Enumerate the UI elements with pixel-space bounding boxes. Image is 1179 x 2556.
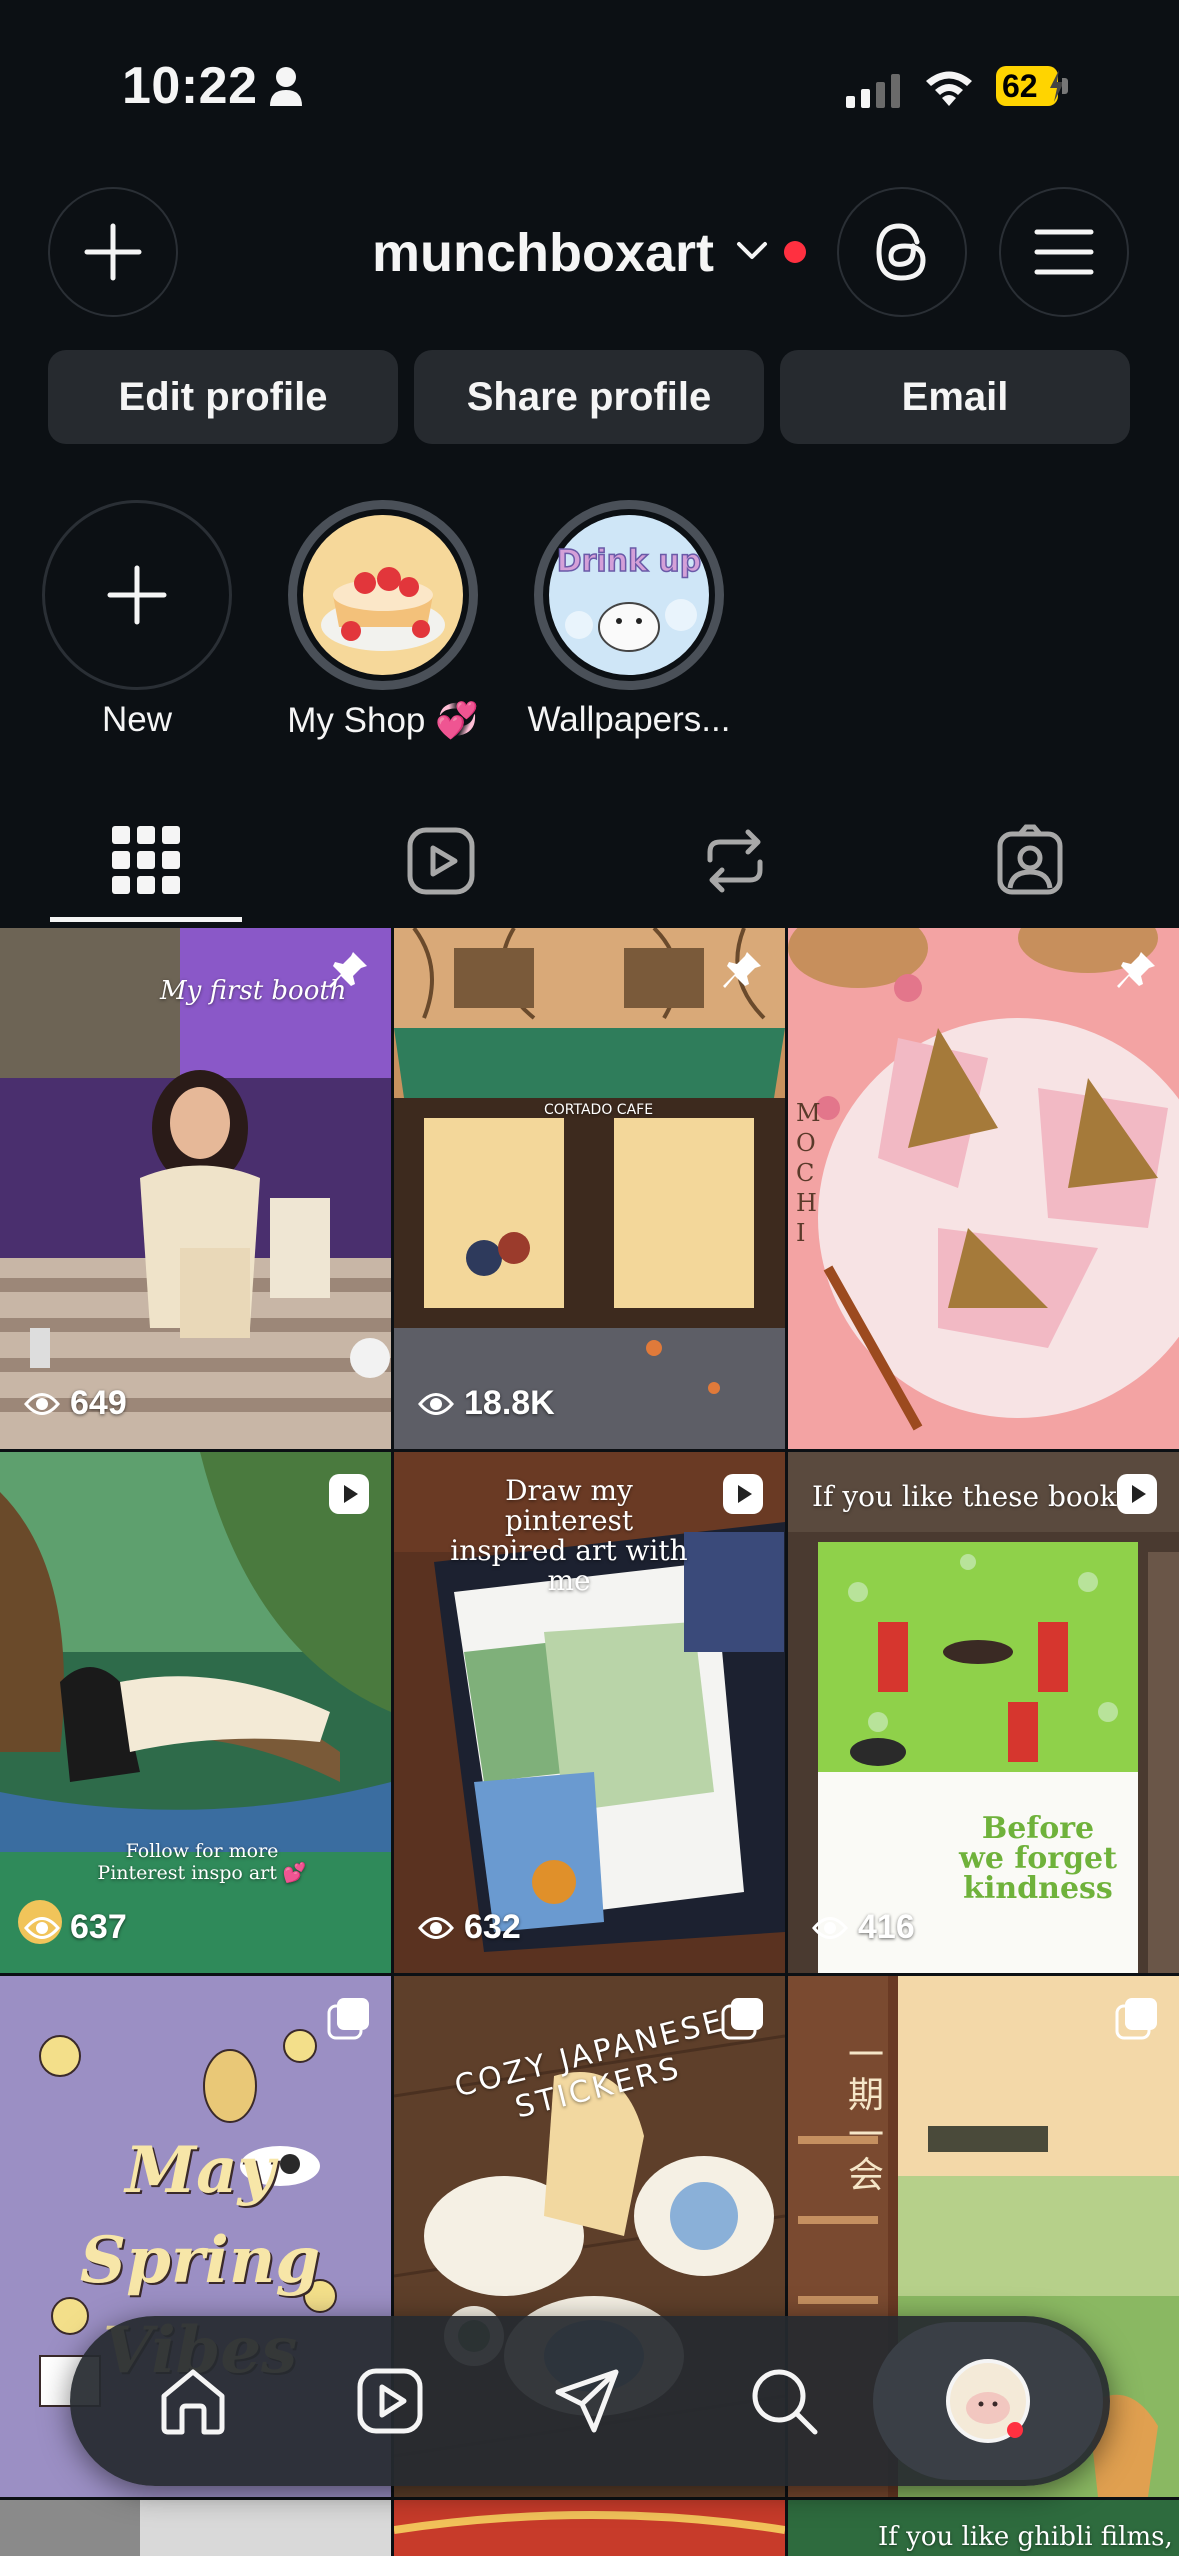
eye-icon <box>24 1392 60 1415</box>
battery-level: 62 <box>1002 68 1038 104</box>
view-count-value: 632 <box>464 1908 521 1946</box>
pin-icon <box>721 948 765 992</box>
reel-icon <box>721 1472 765 1516</box>
pin-icon <box>1115 948 1159 992</box>
view-count-value: 18.8K <box>464 1384 555 1422</box>
carousel-icon <box>327 1996 371 2040</box>
nav-messages[interactable] <box>512 2316 662 2486</box>
highlight-my-shop[interactable] <box>288 500 478 690</box>
reel-icon <box>327 1472 371 1516</box>
post-tile[interactable]: If you like these books Before we forget… <box>788 1452 1179 1973</box>
tab-grid[interactable] <box>108 822 184 903</box>
post-tile[interactable]: Draw my pinterest inspired art with me 6… <box>394 1452 785 1973</box>
eye-icon <box>812 1916 848 1939</box>
notification-dot <box>784 241 806 263</box>
view-count-value: 649 <box>70 1384 127 1422</box>
plus-icon <box>107 565 167 625</box>
view-count: 632 <box>418 1908 521 1947</box>
account-switcher[interactable]: munchboxart <box>372 222 714 284</box>
post-caption: CORTADO CAFE <box>544 1102 654 1118</box>
username: munchboxart <box>372 223 715 283</box>
edit-profile-button[interactable]: Edit profile <box>48 350 398 444</box>
post-caption: Draw my pinterest inspired art with me <box>450 1474 688 1597</box>
profile-avatar <box>946 2359 1030 2443</box>
view-count: 649 <box>24 1384 127 1423</box>
tab-reposts[interactable] <box>700 824 770 903</box>
post-image-booth <box>0 928 391 1449</box>
edit-profile-label: Edit profile <box>118 374 328 419</box>
nav-profile[interactable] <box>913 2316 1063 2486</box>
post-caption: If you like ghibli films, <box>878 2522 1173 2552</box>
tab-tagged[interactable] <box>996 824 1064 901</box>
drink-up-thumbnail: Drink up <box>549 515 709 675</box>
post-caption: My first booth <box>160 976 347 1006</box>
nav-reels[interactable] <box>315 2316 465 2486</box>
eye-icon <box>418 1392 454 1415</box>
view-count-value: 416 <box>858 1908 915 1946</box>
post-image-cafe <box>394 928 785 1449</box>
search-icon <box>752 2369 818 2435</box>
share-profile-label: Share profile <box>466 374 712 419</box>
view-count: 637 <box>24 1908 127 1947</box>
post-tile[interactable]: MOCHI <box>788 928 1179 1449</box>
nav-home[interactable] <box>118 2316 268 2486</box>
post-caption: MOCHI <box>796 1099 821 1247</box>
highlight-label-my-shop: My Shop 💞 <box>287 701 479 740</box>
view-count-value: 637 <box>70 1908 127 1946</box>
post-tile[interactable]: CORTADO CAFE 18.8K <box>394 928 785 1449</box>
view-count: 416 <box>812 1908 915 1947</box>
highlight-label-wallpapers: Wallpapers... <box>527 700 731 739</box>
post-tile[interactable]: My first booth 649 <box>0 928 391 1449</box>
threads-icon <box>876 223 926 281</box>
tab-reels[interactable] <box>406 826 476 901</box>
create-button[interactable] <box>48 187 178 317</box>
post-caption: If you like these books <box>812 1480 1131 1513</box>
reels-icon <box>407 827 475 895</box>
share-profile-button[interactable]: Share profile <box>414 350 764 444</box>
wifi-icon <box>922 66 976 113</box>
reels-icon <box>357 2368 423 2434</box>
post-image-forest <box>0 1452 391 1973</box>
post-caption: Follow for more Pinterest inspo art 💕 <box>97 1840 307 1884</box>
tagged-icon <box>997 824 1063 895</box>
carousel-icon <box>1115 1996 1159 2040</box>
highlight-wallpapers[interactable]: Drink up <box>534 500 724 690</box>
eye-icon <box>24 1916 60 1939</box>
cake-thumbnail <box>303 515 463 675</box>
svg-text:Drink up: Drink up <box>557 544 702 579</box>
post-tile[interactable]: If you like ghibli films, <box>788 2500 1179 2556</box>
carousel-icon <box>721 1996 765 2040</box>
new-highlight-button[interactable] <box>42 500 232 690</box>
grid-icon <box>112 826 180 894</box>
active-tab-indicator <box>50 917 242 922</box>
menu-icon <box>1034 229 1094 275</box>
signal-icon <box>846 74 902 113</box>
menu-button[interactable] <box>999 187 1129 317</box>
reposts-icon <box>707 829 763 893</box>
post-image-row4-2 <box>394 2500 785 2556</box>
post-caption: 一期一会 <box>848 2035 885 2196</box>
battery-cap <box>1062 78 1068 94</box>
email-button[interactable]: Email <box>780 350 1130 444</box>
post-tile[interactable]: Follow for more Pinterest inspo art 💕 63… <box>0 1452 391 1973</box>
person-icon <box>268 66 304 113</box>
post-image-mochi <box>788 928 1179 1449</box>
send-icon <box>555 2369 619 2433</box>
home-icon <box>161 2369 225 2435</box>
nav-search[interactable] <box>709 2316 859 2486</box>
post-tile[interactable] <box>394 2500 785 2556</box>
post-image-row4-1 <box>0 2500 391 2556</box>
post-tile[interactable] <box>0 2500 391 2556</box>
highlight-label-new: New <box>101 700 173 739</box>
book-title: Before we forget kindness <box>959 1811 1117 1906</box>
plus-icon <box>84 223 142 281</box>
status-time: 10:22 <box>122 57 258 115</box>
pin-icon <box>327 948 371 992</box>
reel-icon <box>1115 1472 1159 1516</box>
chevron-down-icon[interactable] <box>736 240 768 267</box>
threads-button[interactable] <box>837 187 967 317</box>
email-label: Email <box>901 374 1009 419</box>
eye-icon <box>418 1916 454 1939</box>
view-count: 18.8K <box>418 1384 555 1423</box>
